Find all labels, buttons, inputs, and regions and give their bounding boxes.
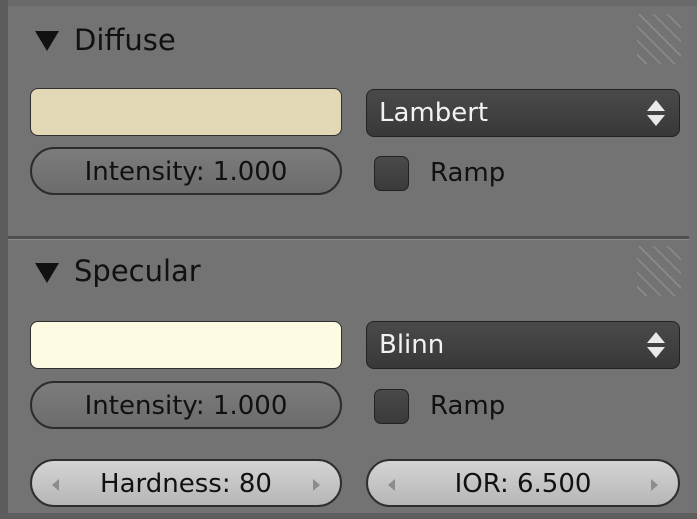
diffuse-panel-header[interactable]: Diffuse	[8, 8, 689, 70]
specular-ramp-label: Ramp	[430, 391, 506, 421]
diffuse-color-swatch[interactable]	[30, 88, 342, 136]
specular-shader-dropdown[interactable]: Blinn	[366, 321, 680, 369]
collapse-triangle-icon[interactable]	[35, 31, 59, 51]
diffuse-ramp-toggle[interactable]: Ramp	[374, 156, 574, 192]
hardness-slider[interactable]: Hardness: 80	[30, 459, 342, 507]
drag-grip-icon[interactable]	[637, 14, 681, 64]
up-down-arrows-icon	[647, 332, 665, 360]
ior-slider[interactable]: IOR: 6.500	[366, 459, 680, 507]
specular-intensity-field[interactable]: Intensity: 1.000	[30, 381, 342, 429]
diffuse-panel-title: Diffuse	[74, 23, 176, 57]
ior-label: IOR: 6.500	[454, 469, 592, 499]
window-left-edge	[0, 0, 8, 519]
diffuse-panel: Diffuse Lambert Intensity: 1.000 Ramp	[8, 8, 689, 236]
specular-shader-value: Blinn	[379, 330, 445, 360]
drag-grip-icon[interactable]	[637, 246, 681, 296]
up-down-arrows-icon	[647, 100, 665, 128]
window-top-edge	[0, 0, 697, 6]
specular-panel: Specular Blinn Intensity: 1.000 Ramp Har…	[8, 240, 689, 513]
diffuse-ramp-label: Ramp	[430, 158, 506, 188]
diffuse-intensity-field[interactable]: Intensity: 1.000	[30, 147, 342, 195]
diffuse-intensity-label: Intensity: 1.000	[84, 157, 288, 187]
specular-intensity-label: Intensity: 1.000	[84, 391, 288, 421]
diffuse-shader-dropdown[interactable]: Lambert	[366, 89, 680, 137]
diffuse-shader-value: Lambert	[379, 98, 489, 128]
specular-panel-header[interactable]: Specular	[8, 240, 689, 302]
specular-ramp-toggle[interactable]: Ramp	[374, 389, 574, 425]
arrow-right-icon[interactable]	[313, 479, 320, 491]
specular-ramp-checkbox[interactable]	[374, 389, 409, 424]
arrow-right-icon[interactable]	[651, 479, 658, 491]
specular-color-swatch[interactable]	[30, 321, 342, 369]
diffuse-ramp-checkbox[interactable]	[374, 156, 409, 191]
window-bottom-edge	[0, 513, 697, 519]
collapse-triangle-icon[interactable]	[35, 263, 59, 283]
specular-panel-title: Specular	[74, 254, 201, 288]
hardness-label: Hardness: 80	[100, 469, 272, 499]
